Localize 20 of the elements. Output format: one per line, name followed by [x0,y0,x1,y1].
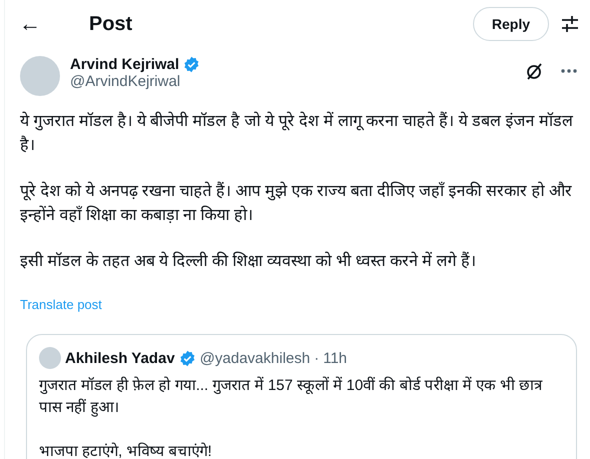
author-handle[interactable]: @ArvindKejriwal [70,73,515,90]
separator: · [314,350,320,366]
verified-badge-icon [183,56,200,73]
author-name[interactable]: Arvind Kejriwal [70,56,180,73]
more-icon[interactable] [561,69,577,73]
reply-button[interactable]: Reply [472,7,549,41]
avatar [39,347,61,369]
quoted-post-card[interactable]: Akhilesh Yadav @yadavakhilesh · 11h गुजरात मॉडल ही फ़ेल हो गया... गुजरात में 157 स्कूलों में 10वीं की बोर्ड परीक्षा में एक भी छात्र पास नहीं हुआ। भाजपा हटाएंगे, भविष्य बचाएंगे! [26,334,577,459]
author-name: Akhilesh Yadav [65,350,175,366]
sliders-icon[interactable] [561,15,579,33]
verified-badge-icon [178,350,196,366]
back-button[interactable]: ← [19,11,49,37]
quoted-text: भाजपा हटाएंगे, भविष्य बचाएंगे! [39,442,213,459]
post-text: पूरे देश को ये अनपढ़ रखना चाहते हैं। आप मुझे एक राज्य बता दीजिए जहाँ इनकी सरकार हो और इन्होंने वहाँ शिक्षा का कबाड़ा ना किया हो। [20,180,574,226]
author-handle: @yadavakhilesh [200,350,310,366]
page-title: Post [89,12,134,36]
post-text: इसी मॉडल के तहत अब ये दिल्ली की शिक्षा व्यवस्था को भी ध्वस्त करने में लगे हैं। [20,250,478,272]
post-text: ये गुजरात मॉडल है। ये बीजेपी मॉडल है जो ये पूरे देश में लागू करना चाहते हैं। ये डबल इंजन मॉडल है। [20,110,574,156]
post-time: 11h [323,350,348,366]
quoted-text: गुजरात मॉडल ही फ़ेल हो गया... गुजरात में 157 स्कूलों में 10वीं की बोर्ड परीक्षा में एक भी छात्र पास नहीं हुआ। [39,376,544,419]
